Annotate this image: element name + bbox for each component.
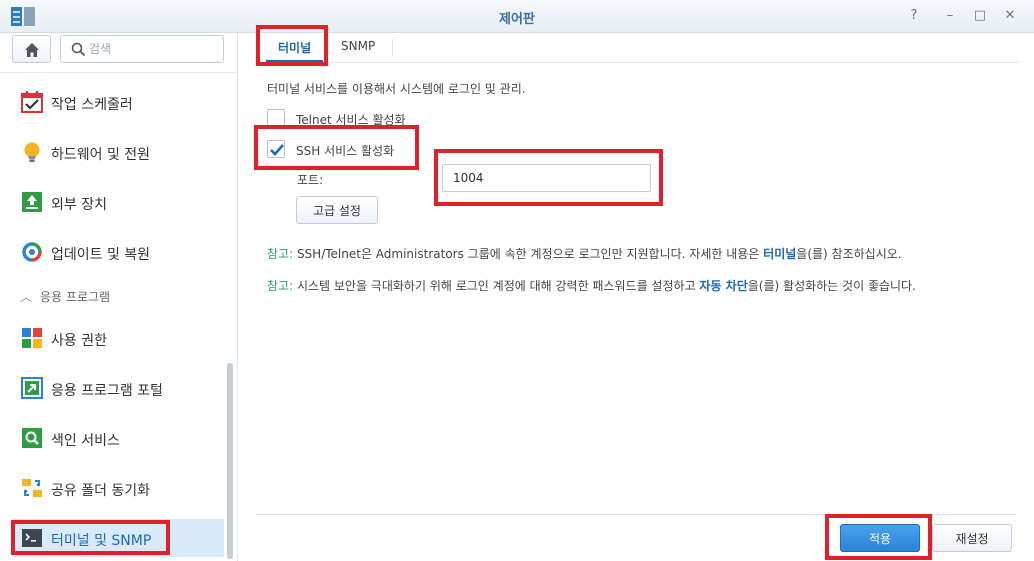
sidebar-item-label: 응용 프로그램 포털 <box>51 383 163 399</box>
section-header-applications[interactable]: ︿ 응용 프로그램 <box>20 288 110 305</box>
lightbulb-icon <box>21 141 43 163</box>
home-icon <box>25 43 39 57</box>
privileges-icon <box>21 327 43 349</box>
help-button[interactable]: ? <box>906 8 922 24</box>
apply-button[interactable]: 적용 <box>840 524 920 552</box>
sidebar-item-label: 사용 권한 <box>51 333 107 349</box>
note-ssh-admin: 참고: SSH/Telnet은 Administrators 그룹에 속한 계정… <box>267 245 902 262</box>
sidebar-item-label: 업데이트 및 복원 <box>51 247 151 263</box>
external-device-icon <box>21 191 43 213</box>
note-prefix: 참고: <box>267 247 294 261</box>
task-scheduler-icon <box>21 91 43 113</box>
search-box[interactable] <box>60 35 224 63</box>
minimize-button[interactable]: – <box>942 8 958 24</box>
telnet-checkbox[interactable] <box>267 109 285 127</box>
tab-separator <box>392 39 393 56</box>
close-button[interactable]: ✕ <box>1002 8 1018 24</box>
maximize-button[interactable]: □ <box>972 8 988 24</box>
tab-terminal[interactable]: 터미널 <box>266 33 324 63</box>
auto-block-link[interactable]: 자동 차단 <box>699 279 747 293</box>
sidebar-divider <box>0 72 238 73</box>
ssh-checkbox[interactable] <box>267 140 285 158</box>
search-icon <box>71 42 86 57</box>
sidebar-item-label: 공유 폴더 동기화 <box>51 483 151 499</box>
advanced-settings-button[interactable]: 고급 설정 <box>296 196 378 224</box>
telnet-label: Telnet 서비스 활성화 <box>296 113 406 127</box>
sidebar-scrollbar[interactable] <box>227 363 233 559</box>
sidebar-item-application-portal[interactable]: 응용 프로그램 포털 <box>12 369 224 407</box>
home-button[interactable] <box>12 35 51 63</box>
note-suffix: 을(를) 활성화하는 것이 좋습니다. <box>747 279 916 293</box>
update-restore-icon <box>21 241 43 263</box>
section-header-label: 응용 프로그램 <box>40 290 111 304</box>
terminal-help-link[interactable]: 터미널 <box>763 247 796 261</box>
main-panel: 터미널 SNMP 터미널 서비스를 이용해서 시스템에 로그인 및 관리. Te… <box>239 33 1034 561</box>
sidebar-item-task-scheduler[interactable]: 작업 스케줄러 <box>12 83 224 121</box>
port-label: 포트: <box>297 173 324 187</box>
sidebar-item-label: 터미널 및 SNMP <box>51 533 152 549</box>
chevron-up-icon: ︿ <box>20 290 33 304</box>
note-security: 참고: 시스템 보안을 극대화하기 위해 로그인 계정에 대해 강력한 패스워드… <box>267 277 916 294</box>
sidebar-item-indexing-service[interactable]: 색인 서비스 <box>12 419 224 457</box>
note-text: 시스템 보안을 극대화하기 위해 로그인 계정에 대해 강력한 패스워드를 설정… <box>293 279 700 293</box>
sidebar-item-privileges[interactable]: 사용 권한 <box>12 319 224 357</box>
footer-divider <box>256 514 1016 515</box>
ssh-label: SSH 서비스 활성화 <box>296 144 395 158</box>
note-text: SSH/Telnet은 Administrators 그룹에 속한 계정으로 로… <box>293 247 764 261</box>
note-prefix: 참고: <box>267 279 294 293</box>
terminal-icon <box>21 527 43 549</box>
sidebar-item-terminal-snmp[interactable]: 터미널 및 SNMP <box>12 519 224 557</box>
note-suffix: 을(를) 참조하십시오. <box>796 247 902 261</box>
tab-bar: 터미널 SNMP <box>254 33 1019 63</box>
application-portal-icon <box>21 377 43 399</box>
sidebar-item-label: 외부 장치 <box>51 197 107 213</box>
sidebar-item-external-devices[interactable]: 외부 장치 <box>12 183 224 221</box>
search-input[interactable] <box>89 40 219 58</box>
sidebar-item-shared-folder-sync[interactable]: 공유 폴더 동기화 <box>12 469 224 507</box>
terminal-description: 터미널 서비스를 이용해서 시스템에 로그인 및 관리. <box>267 82 526 96</box>
sidebar-item-label: 하드웨어 및 전원 <box>51 147 151 163</box>
tab-snmp[interactable]: SNMP <box>329 33 387 63</box>
sidebar: 작업 스케줄러 하드웨어 및 전원 외부 장치 업데이트 및 복원 ︿ 응용 프로… <box>0 33 238 561</box>
checkmark-icon <box>270 144 284 156</box>
sidebar-item-label: 작업 스케줄러 <box>51 97 133 113</box>
port-input[interactable] <box>442 164 651 192</box>
title-bar: 제어판 ? – □ ✕ <box>0 0 1034 33</box>
sidebar-item-hardware-power[interactable]: 하드웨어 및 전원 <box>12 133 224 171</box>
sidebar-item-label: 색인 서비스 <box>51 433 120 449</box>
sidebar-item-update-restore[interactable]: 업데이트 및 복원 <box>12 233 224 271</box>
shared-folder-sync-icon <box>21 477 43 499</box>
reset-button[interactable]: 재설정 <box>932 524 1012 552</box>
indexing-service-icon <box>21 427 43 449</box>
window-title: 제어판 <box>499 12 535 27</box>
